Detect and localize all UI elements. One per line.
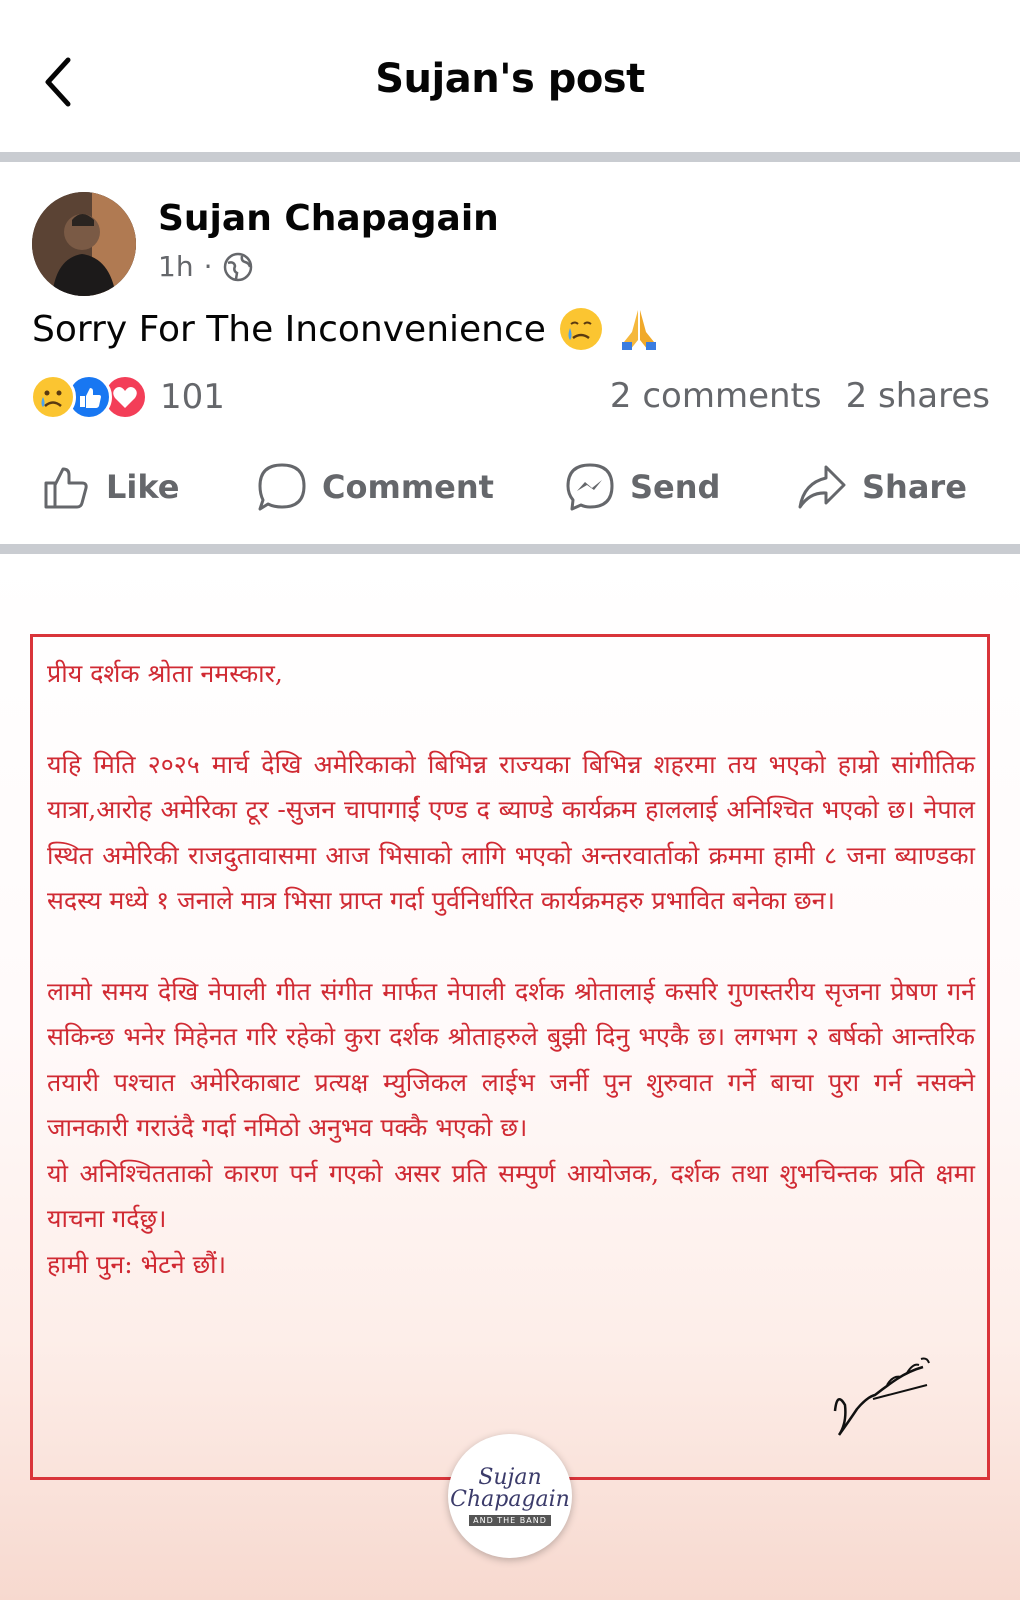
reaction-stats: 101 2 comments 2 shares: [30, 372, 990, 422]
send-button[interactable]: Send: [564, 452, 720, 522]
share-button[interactable]: Share: [796, 452, 967, 522]
notice-frame: प्रीय दर्शक श्रोता नमस्कार, यहि मिति २०२…: [30, 634, 990, 1480]
comments-count[interactable]: 2 comments: [610, 376, 822, 416]
band-logo: Sujan Chapagain AND THE BAND: [448, 1434, 572, 1558]
comment-label: Comment: [322, 468, 494, 506]
send-label: Send: [630, 468, 721, 506]
notice-paragraph-3: यो अनिश्चितताको कारण पर्न गएको असर प्रति…: [47, 1158, 975, 1234]
notice-greeting: प्रीय दर्शक श्रोता नमस्कार,: [47, 659, 283, 688]
notice-paragraph-2: लामो समय देखि नेपाली गीत संगीत मार्फत ने…: [47, 976, 975, 1143]
engagement-counts: 2 comments 2 shares: [610, 376, 990, 416]
like-label: Like: [106, 468, 180, 506]
top-bar: Sujan's post: [0, 0, 1020, 152]
reaction-summary[interactable]: 101: [30, 372, 225, 422]
divider: [0, 544, 1020, 554]
logo-name-1: Sujan: [478, 1464, 542, 1490]
divider: [0, 152, 1020, 162]
share-label: Share: [862, 468, 967, 506]
avatar[interactable]: [32, 192, 136, 296]
like-button[interactable]: Like: [40, 452, 179, 522]
notice-letter: प्रीय दर्शक श्रोता नमस्कार, यहि मिति २०२…: [47, 651, 975, 1287]
share-arrow-icon: [798, 465, 846, 509]
author-name[interactable]: Sujan Chapagain: [158, 198, 499, 239]
signature: [833, 1357, 930, 1436]
thumbs-up-icon: [44, 467, 88, 509]
reaction-count: 101: [160, 377, 225, 417]
page-title: Sujan's post: [375, 56, 645, 102]
comment-bubble-icon: [258, 463, 306, 511]
shares-count[interactable]: 2 shares: [846, 376, 990, 416]
notice-paragraph-1: यहि मिति २०२५ मार्च देखि अमेरिकाको बिभिन…: [47, 749, 975, 916]
post-header: Sujan Chapagain 1h · Sorry For The Incon…: [0, 162, 1020, 542]
globe-icon: [224, 252, 253, 281]
post-time[interactable]: 1h: [158, 250, 194, 283]
post-text: Sorry For The Inconvenience: [32, 308, 546, 350]
post-caption: Sorry For The Inconvenience: [32, 306, 662, 352]
notice-closing: हामी पुन: भेटने छौं।: [47, 1249, 227, 1279]
post-image[interactable]: प्रीय दर्शक श्रोता नमस्कार, यहि मिति २०२…: [0, 554, 1020, 1600]
avatar-image: [32, 192, 136, 296]
messenger-icon: [566, 463, 614, 511]
folded-hands-icon: [621, 310, 656, 350]
sad-reaction-icon: [30, 374, 76, 420]
meta-separator: ·: [203, 250, 213, 283]
action-bar: Like Comment Send Share: [0, 452, 1020, 522]
crying-face-icon: [559, 308, 602, 350]
logo-tagline: AND THE BAND: [469, 1514, 551, 1526]
logo-name-2: Chapagain: [450, 1486, 570, 1512]
comment-button[interactable]: Comment: [256, 452, 494, 522]
post-meta: 1h ·: [158, 250, 254, 283]
